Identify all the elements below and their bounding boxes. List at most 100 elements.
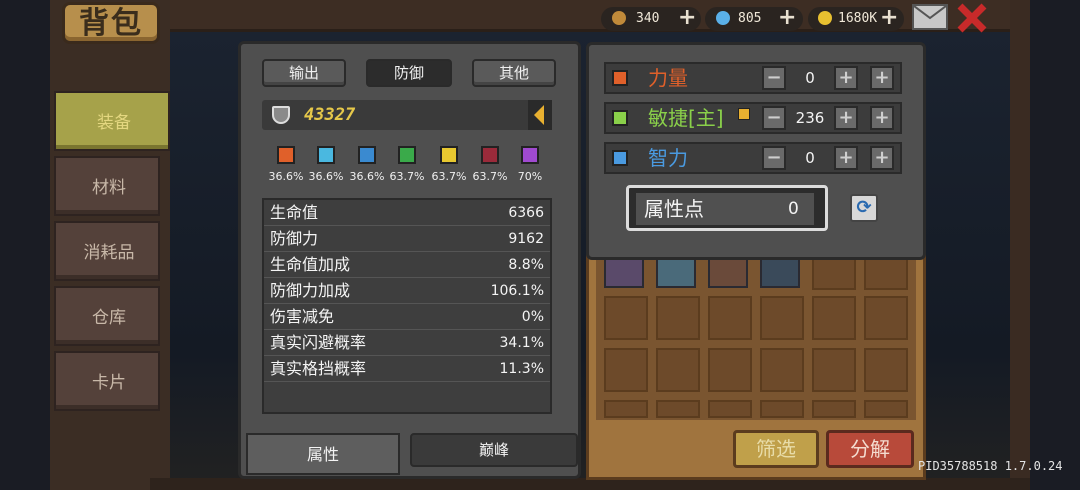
arcane-resist-value: 70%	[517, 170, 543, 183]
increase-button[interactable]: +	[834, 106, 858, 130]
nav-tab-warehouse[interactable]: 仓库	[54, 286, 160, 346]
attribute-points-value: 0	[788, 199, 799, 219]
increase-max-button[interactable]: +	[870, 106, 894, 130]
reset-points-icon[interactable]: ⟳	[850, 194, 878, 222]
decrease-button[interactable]: −	[762, 66, 786, 90]
inventory-slot[interactable]	[708, 296, 752, 340]
nav-tab-equipment[interactable]: 装备	[54, 91, 170, 151]
gold-coin-icon	[818, 11, 832, 25]
stat-name: 防御力	[270, 229, 319, 248]
add-gold-button[interactable]: +	[880, 6, 898, 30]
decrease-button[interactable]: −	[762, 106, 786, 130]
inventory-slot[interactable]	[708, 400, 752, 418]
light-resist-icon	[440, 146, 458, 164]
expand-arrow-button[interactable]	[528, 100, 552, 130]
inventory-slot[interactable]	[864, 400, 908, 418]
increase-button[interactable]: +	[834, 66, 858, 90]
stat-row: 伤害减免 0%	[264, 304, 550, 330]
defense-power-value: 43327	[304, 105, 356, 125]
tab-other[interactable]: 其他	[472, 59, 556, 87]
attr-name: 力量	[648, 66, 688, 90]
right-frame	[1010, 0, 1030, 490]
belt-item-icon[interactable]	[656, 256, 696, 288]
inventory-slot[interactable]	[656, 348, 700, 392]
nav-tab-consumables[interactable]: 消耗品	[54, 221, 160, 281]
attr-value: 0	[805, 69, 815, 87]
stat-row: 防御力 9162	[264, 226, 550, 252]
boots-item-icon[interactable]	[708, 256, 748, 288]
inventory-slot[interactable]	[760, 400, 804, 418]
increase-max-button[interactable]: +	[870, 66, 894, 90]
ice-resist-icon	[317, 146, 335, 164]
inventory-slot[interactable]	[604, 400, 648, 418]
currency-value: 340	[636, 11, 660, 26]
filter-button[interactable]: 筛选	[733, 430, 819, 468]
main-stat-badge-icon	[738, 108, 750, 120]
wood-icon	[612, 11, 626, 25]
inventory-slot[interactable]	[604, 348, 648, 392]
inventory-slot[interactable]	[864, 296, 908, 340]
tab-output[interactable]: 输出	[262, 59, 346, 87]
feather-icon	[612, 110, 628, 126]
nav-tab-materials[interactable]: 材料	[54, 156, 160, 216]
decrease-button[interactable]: −	[762, 146, 786, 170]
fire-resist-icon	[277, 146, 295, 164]
add-gem-button[interactable]: +	[778, 6, 796, 30]
attr-name: 敏捷[主]	[648, 106, 724, 130]
inventory-slot[interactable]	[864, 348, 908, 392]
inventory-slot[interactable]	[812, 296, 856, 340]
inventory-slot[interactable]	[656, 296, 700, 340]
inventory-slot[interactable]	[708, 348, 752, 392]
attr-row-intelligence: 智力 − 0 + +	[604, 142, 902, 174]
decompose-button[interactable]: 分解	[826, 430, 914, 468]
stat-name: 防御力加成	[270, 281, 351, 300]
add-wood-button[interactable]: +	[678, 6, 696, 30]
inventory-slot[interactable]	[760, 348, 804, 392]
tab-defense[interactable]: 防御	[366, 59, 452, 87]
attr-name: 智力	[648, 146, 688, 170]
stat-name: 真实格挡概率	[270, 359, 367, 378]
fist-icon	[612, 70, 628, 86]
increase-max-button[interactable]: +	[870, 146, 894, 170]
dark-resist-value: 63.7%	[472, 170, 508, 183]
ice-resist-value: 36.6%	[308, 170, 344, 183]
inventory-slot[interactable]	[812, 348, 856, 392]
necklace-item-icon[interactable]	[760, 256, 800, 288]
inventory-slot[interactable]	[656, 400, 700, 418]
attr-row-strength: 力量 − 0 + +	[604, 62, 902, 94]
light-resist-value: 63.7%	[431, 170, 467, 183]
close-icon[interactable]	[956, 2, 988, 34]
attr-row-agility: 敏捷[主] − 236 + +	[604, 102, 902, 134]
currency-value: 1680K	[838, 11, 878, 26]
nav-label: 装备	[97, 113, 131, 133]
stat-row: 真实格挡概率 11.3%	[264, 356, 550, 382]
increase-button[interactable]: +	[834, 146, 858, 170]
water-resist-value: 36.6%	[349, 170, 385, 183]
inventory-slot[interactable]	[760, 296, 804, 340]
stat-row: 生命值 6366	[264, 200, 550, 226]
mail-icon[interactable]	[912, 4, 948, 30]
stat-row: 生命值加成 8.8%	[264, 252, 550, 278]
inventory-slot[interactable]	[812, 400, 856, 418]
inventory-slot[interactable]	[604, 296, 648, 340]
book-icon	[612, 150, 628, 166]
inventory-slot[interactable]	[812, 256, 856, 290]
poison-resist-value: 63.7%	[389, 170, 425, 183]
stat-value: 106.1%	[490, 283, 544, 299]
stat-name: 伤害减免	[270, 307, 335, 326]
nav-tab-cards[interactable]: 卡片	[54, 351, 160, 411]
attribute-points-label: 属性点	[644, 197, 704, 221]
stat-row: 真实闪避概率 34.1%	[264, 330, 550, 356]
tab-attributes[interactable]: 属性	[246, 433, 400, 475]
fire-resist-value: 36.6%	[268, 170, 304, 183]
tab-peak[interactable]: 巅峰	[410, 433, 578, 467]
page-title: 背包	[79, 6, 143, 41]
inventory-slot[interactable]	[864, 256, 908, 290]
stat-value: 11.3%	[499, 361, 544, 377]
arcane-resist-icon	[521, 146, 539, 164]
gloves-item-icon[interactable]	[604, 256, 644, 288]
attr-value: 0	[805, 149, 815, 167]
stat-name: 生命值	[270, 203, 319, 222]
dark-resist-icon	[481, 146, 499, 164]
shield-icon	[272, 106, 290, 124]
